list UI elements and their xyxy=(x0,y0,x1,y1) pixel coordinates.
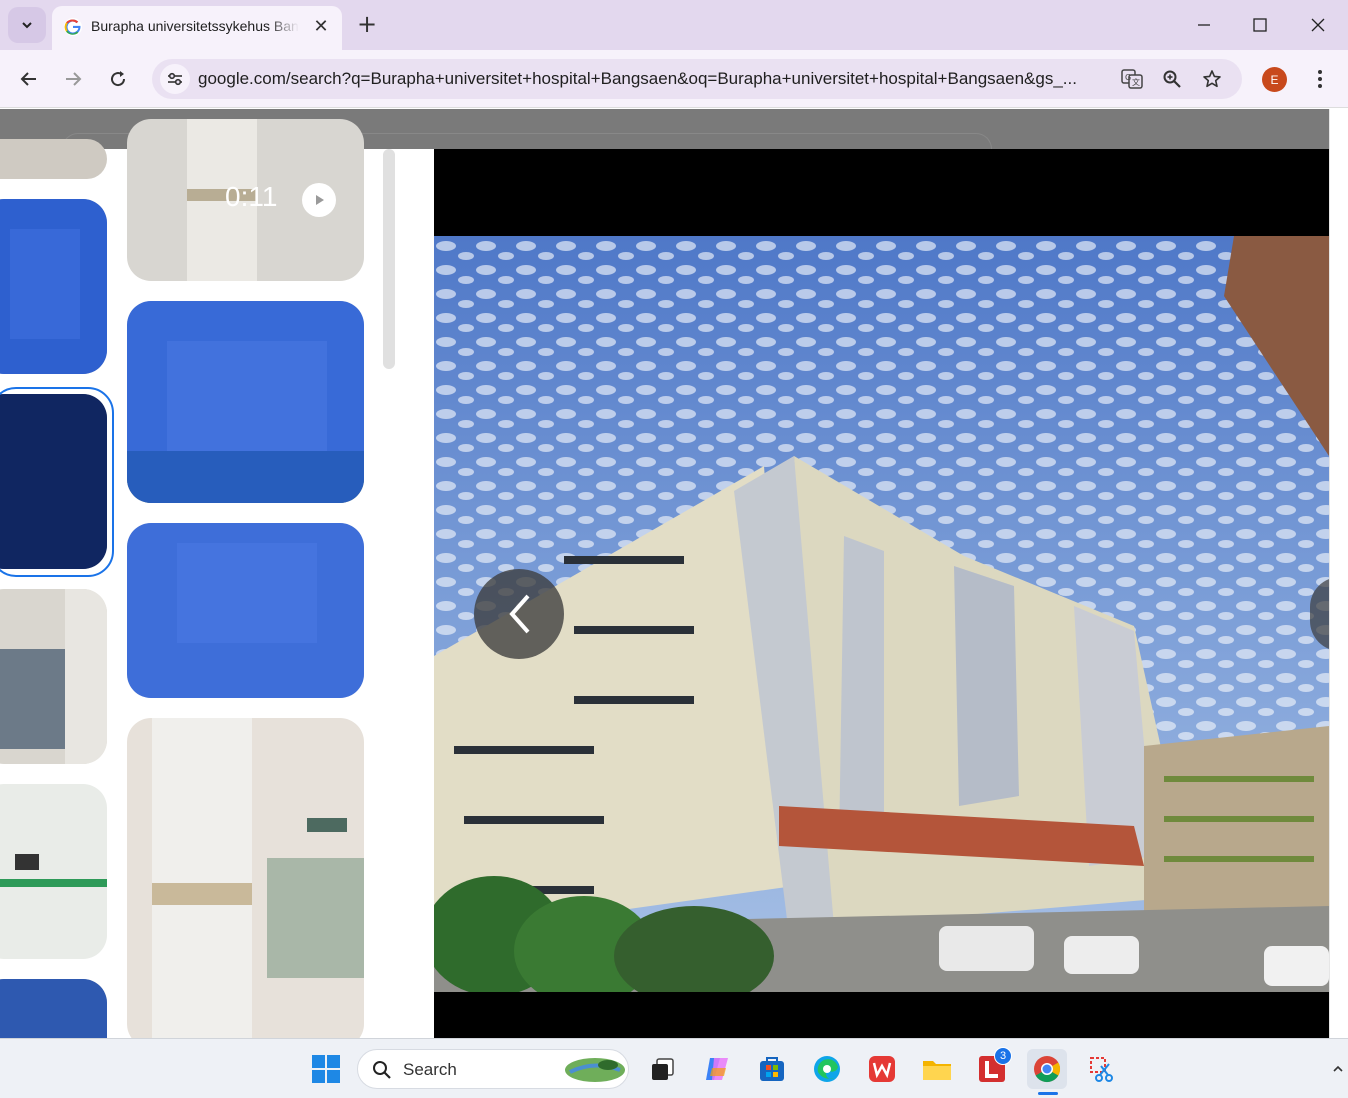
page-scrollbar-track[interactable] xyxy=(1329,109,1348,1038)
chrome-icon xyxy=(1034,1056,1061,1083)
tab-close-button[interactable]: ✕ xyxy=(310,15,332,37)
search-highlight-image-icon xyxy=(565,1058,625,1082)
browser-toolbar: google.com/search?q=Burapha+universitet+… xyxy=(0,50,1348,108)
video-thumbnail[interactable]: 0:11 xyxy=(127,119,364,281)
video-duration: 0:11 xyxy=(225,181,278,212)
chrome-button[interactable] xyxy=(1027,1049,1067,1089)
wps-icon xyxy=(869,1056,895,1082)
maximize-icon xyxy=(1253,18,1267,32)
minimize-icon xyxy=(1198,24,1210,26)
task-view-icon xyxy=(652,1058,674,1080)
arrow-left-icon xyxy=(20,72,36,86)
back-button[interactable] xyxy=(12,62,46,96)
star-icon xyxy=(1203,70,1221,88)
reload-icon xyxy=(111,71,126,87)
profile-avatar[interactable]: E xyxy=(1262,67,1287,92)
forward-button[interactable] xyxy=(56,62,90,96)
copilot-icon xyxy=(706,1058,728,1080)
url-text[interactable]: google.com/search?q=Burapha+universitet+… xyxy=(198,69,1108,91)
notification-badge: 3 xyxy=(994,1047,1012,1065)
chevron-left-icon xyxy=(509,594,530,634)
bookmark-button[interactable] xyxy=(1199,66,1225,92)
tab-strip: Burapha universitetssykehus Bangsaen ✕ + xyxy=(0,0,1348,50)
edge-button[interactable] xyxy=(807,1049,847,1089)
chevron-up-icon xyxy=(1333,1065,1343,1072)
search-icon xyxy=(373,1061,391,1079)
media-thumbnail-grid: 0:11 xyxy=(0,119,434,1038)
zoom-in-icon xyxy=(1163,70,1181,88)
search-results-page: 0:11 xyxy=(0,109,1329,1038)
windows-taskbar: Search 3 xyxy=(0,1038,1348,1098)
wps-office-button[interactable] xyxy=(862,1049,902,1089)
chevron-down-icon xyxy=(22,22,32,29)
windows-logo-icon xyxy=(312,1055,340,1083)
file-explorer-button[interactable] xyxy=(917,1049,957,1089)
translate-icon: G文 xyxy=(1121,69,1143,89)
close-window-button[interactable] xyxy=(1290,0,1346,50)
show-hidden-icons-button[interactable] xyxy=(1328,1049,1348,1089)
copilot-button[interactable] xyxy=(697,1049,737,1089)
folder-icon xyxy=(923,1061,951,1080)
tab-search-button[interactable] xyxy=(8,7,46,43)
taskbar-search-label: Search xyxy=(403,1060,457,1079)
svg-text:G: G xyxy=(1125,73,1131,82)
tune-icon xyxy=(168,72,182,86)
thumbnail-image[interactable] xyxy=(127,523,364,698)
new-tab-button[interactable]: + xyxy=(352,9,382,39)
address-bar[interactable]: google.com/search?q=Burapha+universitet+… xyxy=(152,59,1242,99)
thumbnail-image[interactable] xyxy=(0,589,107,764)
image-viewer xyxy=(434,149,1329,1038)
thumbnail-scrollbar[interactable] xyxy=(383,149,395,369)
zoom-button[interactable] xyxy=(1159,66,1185,92)
active-app-indicator xyxy=(1038,1092,1058,1095)
svg-text:文: 文 xyxy=(1132,77,1140,87)
snipping-tool-button[interactable] xyxy=(1082,1049,1122,1089)
site-info-button[interactable] xyxy=(160,64,190,94)
task-view-button[interactable] xyxy=(642,1049,682,1089)
minimize-button[interactable] xyxy=(1176,0,1232,50)
taskbar-search-box[interactable]: Search xyxy=(357,1049,629,1089)
browser-menu-button[interactable] xyxy=(1306,62,1334,96)
play-icon xyxy=(302,183,336,217)
thumbnail-image[interactable] xyxy=(127,301,364,503)
thumbnail-image[interactable] xyxy=(0,784,107,959)
close-icon xyxy=(1311,18,1325,32)
google-favicon-icon xyxy=(64,18,82,36)
previous-image-button[interactable] xyxy=(474,569,564,659)
thumbnail-image[interactable] xyxy=(127,718,364,1038)
start-button[interactable] xyxy=(306,1049,346,1089)
store-icon xyxy=(760,1057,784,1081)
thumbnail-image[interactable] xyxy=(0,139,107,179)
selected-thumbnail-ring xyxy=(0,387,114,577)
thumbnail-image[interactable] xyxy=(0,979,107,1038)
translate-button[interactable]: G文 xyxy=(1119,66,1145,92)
more-vert-icon xyxy=(1318,70,1322,88)
reload-button[interactable] xyxy=(101,62,135,96)
thumbnail-image[interactable] xyxy=(0,199,107,374)
edge-icon xyxy=(814,1056,840,1082)
snipping-tool-icon xyxy=(1090,1057,1113,1082)
active-tab[interactable]: Burapha universitetssykehus Bangsaen ✕ xyxy=(52,6,342,50)
tab-title: Burapha universitetssykehus Bangsaen xyxy=(91,18,299,34)
hospital-photo xyxy=(434,236,1329,992)
microsoft-store-button[interactable] xyxy=(752,1049,792,1089)
maximize-button[interactable] xyxy=(1232,0,1288,50)
arrow-right-icon xyxy=(66,72,82,86)
